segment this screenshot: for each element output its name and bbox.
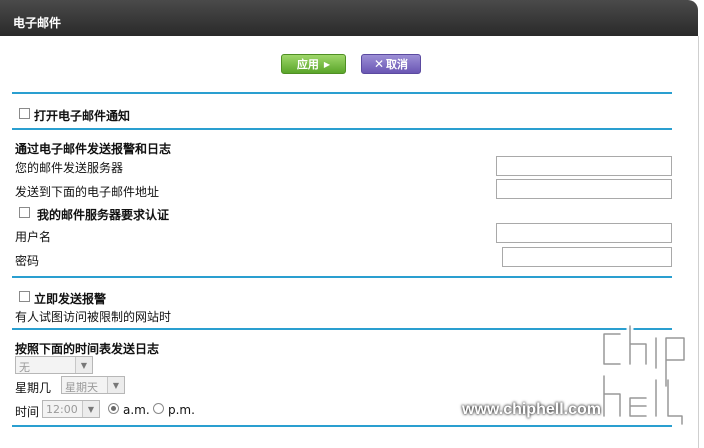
section-divider [12,92,672,94]
chevron-down-icon: ▼ [75,357,92,373]
recipient-label: 发送到下面的电子邮件地址 [15,185,160,199]
section-divider [12,328,672,330]
page-title: 电子邮件 [13,16,62,30]
watermark-url: www.chiphell.com [462,401,601,418]
smtp-server-input[interactable] [496,156,672,176]
chevron-down-icon: ▼ [82,401,99,417]
pm-label: p.m. [168,403,195,417]
am-label: a.m. [123,403,150,417]
section-divider [12,128,672,130]
weekday-select[interactable]: 星期天 ▼ [61,376,125,394]
alert-checkbox[interactable] [19,291,30,302]
username-label: 用户名 [15,230,52,244]
section-divider [12,276,672,278]
password-label: 密码 [15,254,40,268]
weekday-label: 星期几 [15,381,52,395]
send-logs-heading: 通过电子邮件发送报警和日志 [15,142,172,156]
smtp-label: 您的邮件发送服务器 [15,161,124,175]
username-input[interactable] [496,223,672,243]
email-notify-label: 打开电子邮件通知 [34,109,131,123]
time-label: 时间 [15,405,40,419]
page-header: 电子邮件 [0,0,698,36]
close-icon: ✕ [373,57,385,71]
cancel-label: 取消 [386,58,409,71]
auth-label: 我的邮件服务器要求认证 [37,208,170,222]
apply-button[interactable]: 应用 ▶ [281,54,346,74]
section-divider [12,425,672,427]
play-triangle-icon: ▶ [323,59,331,69]
weekday-value: 星期天 [65,381,98,394]
recipient-email-input[interactable] [496,179,672,199]
alert-label: 立即发送报警 [34,292,107,306]
time-select[interactable]: 12:00 ▼ [42,400,100,418]
chiphell-logo-icon [600,322,688,428]
pm-radio[interactable] [153,403,164,414]
email-notify-checkbox[interactable] [19,108,30,119]
frequency-value: 无 [19,361,30,374]
auth-checkbox[interactable] [19,207,30,218]
password-input[interactable] [502,247,672,267]
time-value: 12:00 [46,403,78,416]
schedule-heading: 按照下面的时间表发送日志 [15,342,160,356]
frequency-select[interactable]: 无 ▼ [15,356,93,374]
apply-label: 应用 [296,58,319,71]
am-radio[interactable] [108,403,119,414]
chevron-down-icon: ▼ [107,377,124,393]
alert-description: 有人试图访问被限制的网站时 [15,310,172,324]
cancel-button[interactable]: ✕ 取消 [361,54,421,74]
